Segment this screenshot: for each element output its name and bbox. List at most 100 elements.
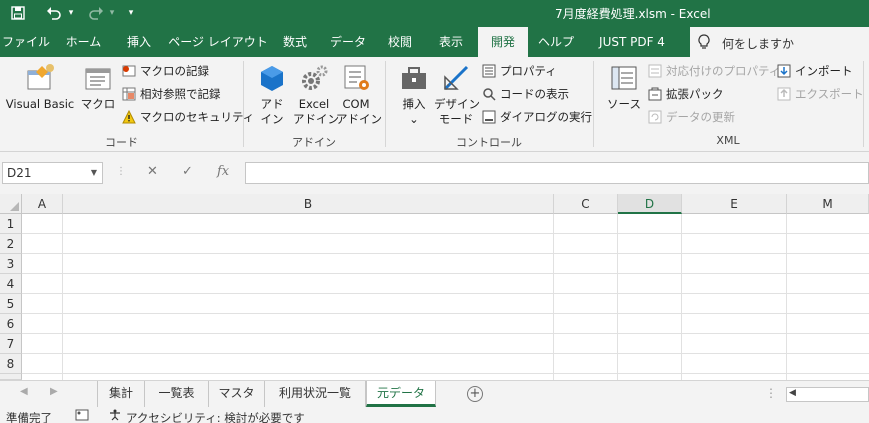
- design-mode-label-line1: デザイン: [434, 97, 480, 111]
- enter-icon[interactable]: ✓: [182, 164, 193, 179]
- xml-import-button[interactable]: インポート: [777, 62, 853, 80]
- chevron-down-icon[interactable]: ▼: [91, 163, 97, 183]
- addins-icon: [258, 63, 286, 97]
- map-properties-icon: [648, 64, 662, 78]
- formula-bar: D21 ▼ ⋮ ✕ ✓ fx: [0, 152, 869, 194]
- formula-input[interactable]: [245, 162, 869, 184]
- scroll-right-icon[interactable]: ▶: [50, 386, 58, 397]
- select-all-button[interactable]: [0, 194, 22, 214]
- sheet-tab[interactable]: 利用状況一覧: [265, 381, 366, 407]
- grid-line: [22, 233, 869, 234]
- macro-button[interactable]: マクロ: [80, 63, 116, 112]
- name-box-value: D21: [7, 166, 32, 180]
- grid-line: [22, 253, 869, 254]
- tell-me-box[interactable]: 何をしますか: [690, 27, 869, 57]
- properties-button[interactable]: プロパティ: [482, 62, 557, 80]
- column-header[interactable]: B: [63, 194, 554, 214]
- relative-reference-label: 相対参照で記録: [140, 87, 221, 101]
- refresh-data-button[interactable]: データの更新: [648, 108, 735, 126]
- row-header[interactable]: 2: [0, 234, 22, 254]
- com-addins-label-line1: COM: [342, 97, 370, 111]
- xml-source-button[interactable]: ソース: [604, 63, 644, 112]
- record-macro-icon: [122, 64, 136, 78]
- macro-label: マクロ: [80, 97, 116, 111]
- macro-record-icon[interactable]: [75, 409, 89, 423]
- xml-export-button[interactable]: エクスポート: [777, 85, 864, 103]
- macro-security-button[interactable]: マクロのセキュリティ: [122, 108, 254, 126]
- row-header[interactable]: 1: [0, 214, 22, 234]
- excel-addins-button[interactable]: Excel アドイン: [293, 63, 339, 127]
- row-header[interactable]: 5: [0, 294, 22, 314]
- tab-file[interactable]: ファイル: [0, 27, 52, 57]
- grid-line: [22, 333, 869, 334]
- column-header[interactable]: A: [22, 194, 63, 214]
- insert-function-icon[interactable]: fx: [217, 164, 229, 179]
- tab-data[interactable]: データ: [322, 27, 374, 57]
- addins-label-line1: アド: [260, 97, 284, 111]
- row-header[interactable]: 8: [0, 354, 22, 374]
- scroll-left-icon[interactable]: ◀: [20, 386, 28, 397]
- row-header[interactable]: 4: [0, 274, 22, 294]
- grid-line: [22, 373, 869, 374]
- properties-label: プロパティ: [500, 64, 557, 78]
- accessibility-status[interactable]: アクセシビリティ: 検討が必要です: [126, 410, 305, 423]
- column-header[interactable]: E: [682, 194, 787, 214]
- addins-button[interactable]: アド イン: [254, 63, 290, 127]
- row-header[interactable]: 3: [0, 254, 22, 274]
- cell-grid[interactable]: [22, 214, 869, 380]
- record-macro-button[interactable]: マクロの記録: [122, 62, 209, 80]
- com-addins-button[interactable]: COM アドイン: [336, 63, 382, 127]
- column-header[interactable]: M: [787, 194, 869, 214]
- column-header[interactable]: C: [554, 194, 618, 214]
- macro-icon: [83, 63, 113, 97]
- grid-line: [22, 353, 869, 354]
- grid-line: [62, 214, 63, 380]
- insert-control-button[interactable]: 挿入 ⌄: [396, 63, 432, 127]
- tab-help[interactable]: ヘルプ: [532, 27, 580, 57]
- tab-insert[interactable]: 挿入: [114, 27, 164, 57]
- design-mode-button[interactable]: デザイン モード: [434, 63, 480, 127]
- expansion-packs-button[interactable]: 拡張パック: [648, 85, 724, 103]
- tab-page-layout[interactable]: ページ レイアウト: [168, 27, 268, 57]
- run-dialog-button[interactable]: ダイアログの実行: [482, 108, 592, 126]
- accessibility-icon[interactable]: [108, 409, 122, 423]
- add-sheet-icon[interactable]: +: [467, 386, 483, 402]
- sheet-tab[interactable]: 集計: [97, 381, 145, 407]
- redo-dropdown-icon[interactable]: ▾: [107, 3, 117, 23]
- xml-export-label: エクスポート: [795, 87, 864, 101]
- relative-reference-icon: [122, 87, 136, 101]
- row-header[interactable]: 6: [0, 314, 22, 334]
- map-properties-button[interactable]: 対応付けのプロパティ: [648, 62, 780, 80]
- insert-control-label: 挿入: [402, 97, 426, 111]
- column-header-selected[interactable]: D: [618, 194, 682, 214]
- tab-just-pdf[interactable]: JUST PDF 4: [584, 27, 680, 57]
- tell-me-text: 何をしますか: [722, 37, 795, 51]
- refresh-data-label: データの更新: [666, 110, 735, 124]
- relative-reference-button[interactable]: 相対参照で記録: [122, 85, 221, 103]
- xml-source-label: ソース: [607, 97, 641, 111]
- tab-review[interactable]: 校閲: [376, 27, 424, 57]
- sheet-tab[interactable]: 一覧表: [145, 381, 209, 407]
- cancel-icon[interactable]: ✕: [147, 164, 158, 179]
- redo-icon[interactable]: [86, 3, 106, 23]
- com-addins-icon: [341, 63, 371, 97]
- ribbon-tabs: ファイル ホーム 挿入 ページ レイアウト 数式 データ 校閲 表示 開発 ヘル…: [0, 27, 869, 57]
- undo-dropdown-icon[interactable]: ▾: [66, 3, 76, 23]
- horizontal-scrollbar[interactable]: ◀: [786, 387, 869, 402]
- row-header[interactable]: 7: [0, 334, 22, 354]
- sheet-tab-active[interactable]: 元データ: [366, 381, 436, 407]
- visual-basic-button[interactable]: Visual Basic: [5, 63, 75, 112]
- undo-icon[interactable]: [44, 3, 64, 23]
- save-icon[interactable]: [8, 3, 28, 23]
- run-dialog-icon: [482, 110, 496, 124]
- name-box[interactable]: D21 ▼: [2, 162, 103, 184]
- tab-home[interactable]: ホーム: [56, 27, 111, 57]
- sheet-tab[interactable]: マスタ: [209, 381, 265, 407]
- customize-quick-access-icon[interactable]: ▾: [124, 3, 138, 23]
- scroll-left-icon[interactable]: ◀: [789, 388, 796, 398]
- view-code-button[interactable]: コードの表示: [482, 85, 569, 103]
- warning-icon: [122, 109, 136, 124]
- tab-developer[interactable]: 開発: [478, 27, 528, 57]
- tab-view[interactable]: 表示: [428, 27, 474, 57]
- tab-formulas[interactable]: 数式: [272, 27, 318, 57]
